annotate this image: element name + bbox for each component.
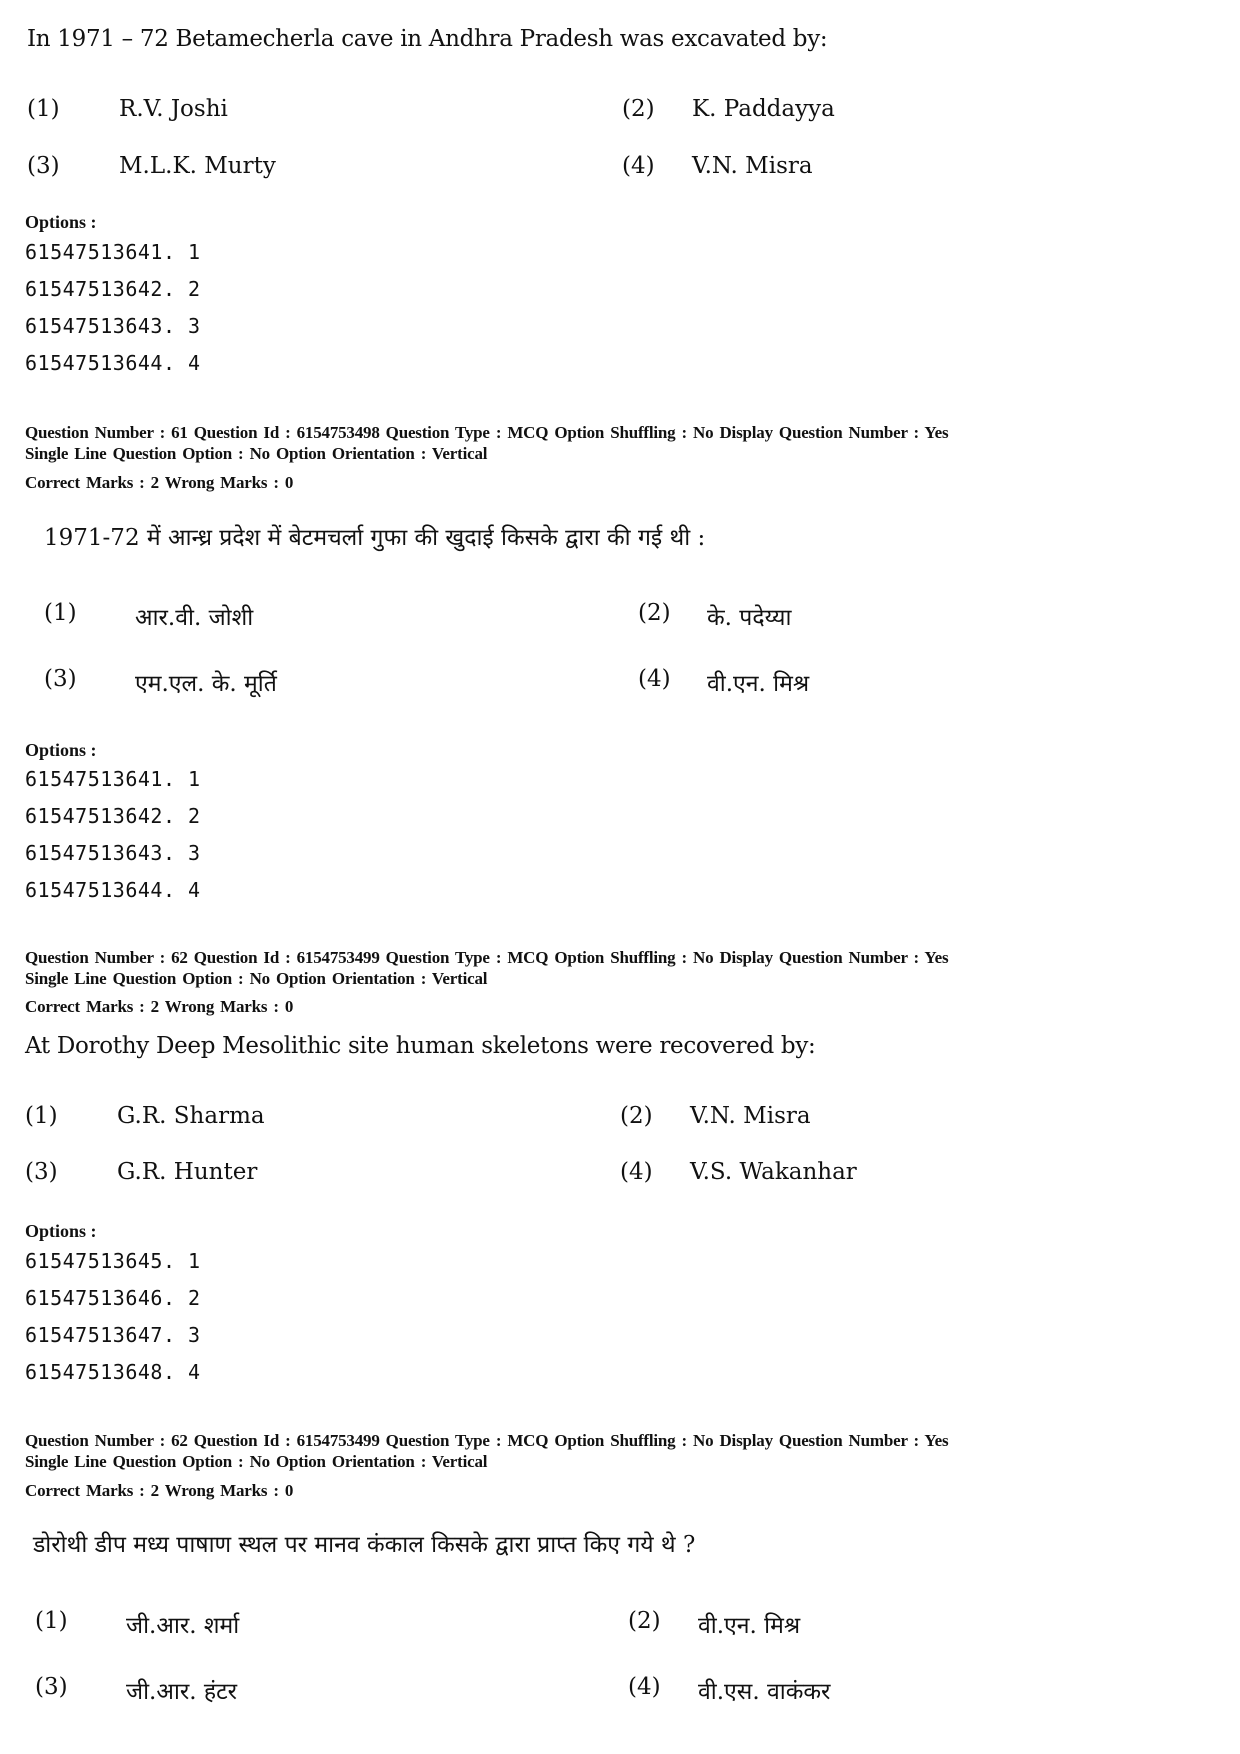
options-label: Options :: [25, 740, 97, 760]
answer-text: जी.आर. हंटर: [126, 1679, 238, 1705]
answer-number: (3): [44, 666, 77, 692]
answer-number: (4): [622, 153, 655, 179]
answer-number: (3): [27, 153, 60, 179]
answer-text: V.N. Misra: [692, 153, 813, 179]
options-label: Options :: [25, 212, 97, 232]
answer-number: (1): [27, 96, 60, 122]
answer-text: V.N. Misra: [690, 1103, 811, 1129]
answer-number: (3): [25, 1159, 58, 1185]
answer-number: (3): [35, 1674, 68, 1700]
question-meta: Question Number : 62 Question Id : 61547…: [25, 1431, 949, 1450]
question-marks: Correct Marks : 2 Wrong Marks : 0: [25, 997, 294, 1016]
question-text: In 1971 – 72 Betamecherla cave in Andhra…: [27, 26, 828, 52]
question-meta: Single Line Question Option : No Option …: [25, 444, 488, 463]
answer-number: (2): [628, 1608, 661, 1634]
answer-text: एम.एल. के. मूर्ति: [135, 671, 277, 697]
question-meta: Question Number : 62 Question Id : 61547…: [25, 948, 949, 967]
question-meta: Question Number : 61 Question Id : 61547…: [25, 423, 949, 442]
answer-text: G.R. Sharma: [117, 1103, 265, 1129]
option-id: 61547513642. 2: [25, 277, 201, 301]
options-label: Options :: [25, 1221, 97, 1241]
option-id: 61547513648. 4: [25, 1360, 201, 1384]
answer-text: K. Paddayya: [692, 96, 835, 122]
answer-text: M.L.K. Murty: [119, 153, 276, 179]
option-id: 61547513643. 3: [25, 841, 201, 865]
answer-number: (1): [44, 600, 77, 626]
question-text: At Dorothy Deep Mesolithic site human sk…: [25, 1033, 816, 1059]
option-id: 61547513641. 1: [25, 240, 201, 264]
question-marks: Correct Marks : 2 Wrong Marks : 0: [25, 473, 294, 492]
answer-text: R.V. Joshi: [119, 96, 228, 122]
answer-number: (1): [35, 1608, 68, 1634]
option-id: 61547513647. 3: [25, 1323, 201, 1347]
answer-number: (4): [628, 1674, 661, 1700]
option-id: 61547513645. 1: [25, 1249, 201, 1273]
option-id: 61547513641. 1: [25, 767, 201, 791]
question-meta: Single Line Question Option : No Option …: [25, 969, 488, 988]
question-meta: Single Line Question Option : No Option …: [25, 1452, 488, 1471]
option-id: 61547513644. 4: [25, 351, 201, 375]
question-marks: Correct Marks : 2 Wrong Marks : 0: [25, 1481, 294, 1500]
answer-number: (2): [638, 600, 671, 626]
option-id: 61547513642. 2: [25, 804, 201, 828]
question-text: डोरोथी डीप मध्य पाषाण स्थल पर मानव कंकाल…: [33, 1532, 696, 1558]
option-id: 61547513643. 3: [25, 314, 201, 338]
answer-text: वी.एस. वाकंकर: [698, 1679, 831, 1705]
option-id: 61547513644. 4: [25, 878, 201, 902]
answer-text: वी.एन. मिश्र: [707, 671, 810, 697]
answer-number: (1): [25, 1103, 58, 1129]
answer-text: वी.एन. मिश्र: [698, 1613, 801, 1639]
option-id: 61547513646. 2: [25, 1286, 201, 1310]
answer-number: (4): [638, 666, 671, 692]
answer-text: आर.वी. जोशी: [135, 605, 254, 631]
answer-text: V.S. Wakanhar: [690, 1159, 857, 1185]
answer-number: (4): [620, 1159, 653, 1185]
answer-number: (2): [620, 1103, 653, 1129]
answer-text: G.R. Hunter: [117, 1159, 258, 1185]
question-text: 1971-72 में आन्ध्र प्रदेश में बेटमचर्ला …: [44, 525, 706, 551]
answer-text: जी.आर. शर्मा: [126, 1613, 240, 1639]
answer-text: के. पदेय्या: [707, 605, 792, 631]
answer-number: (2): [622, 96, 655, 122]
